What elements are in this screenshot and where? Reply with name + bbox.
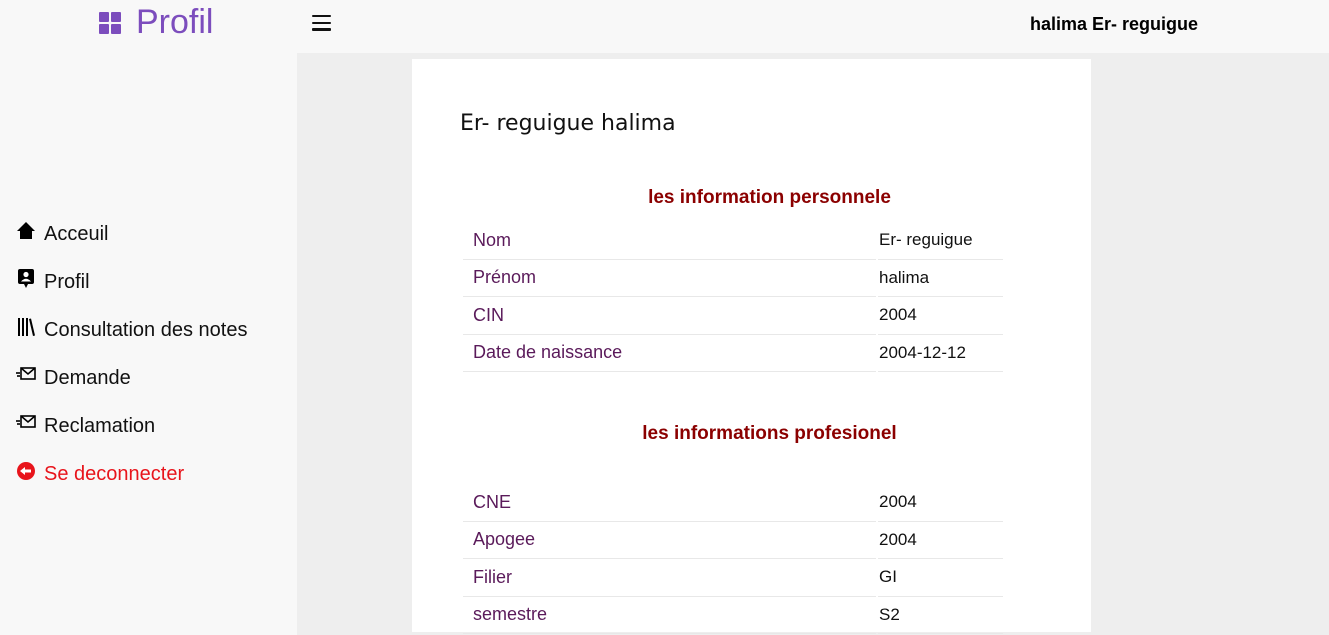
personal-info-table: Nom Er- reguigue Prénom halima CIN 2004 … <box>461 222 1005 372</box>
sidebar-item-label: Reclamation <box>44 414 156 437</box>
field-value: 2004 <box>878 522 1003 559</box>
field-value: 2004 <box>878 484 1003 522</box>
hamburger-icon[interactable] <box>312 15 331 31</box>
brand[interactable]: Profil <box>99 4 213 40</box>
sidebar-item-profil[interactable]: Profil <box>16 258 247 306</box>
table-row: CNE 2004 <box>463 484 1003 522</box>
table-row: semestre S2 <box>463 597 1003 634</box>
main-content: Er- reguigue halima les information pers… <box>297 53 1329 635</box>
sidebar-item-label: Profil <box>44 270 90 293</box>
table-row: CIN 2004 <box>463 297 1003 335</box>
personal-info-title: les information personnele <box>648 187 891 208</box>
field-label: semestre <box>463 597 876 634</box>
field-value: GI <box>878 559 1003 597</box>
field-value: S2 <box>878 597 1003 634</box>
professional-info-title: les informations profesionel <box>642 423 897 444</box>
top-bar: halima Er- reguigue <box>297 0 1329 53</box>
sidebar-item-consultation-notes[interactable]: Consultation des notes <box>16 306 247 354</box>
sidebar-item-label: Se deconnecter <box>44 462 185 485</box>
table-row: Prénom halima <box>463 260 1003 297</box>
profile-card: Er- reguigue halima les information pers… <box>412 59 1091 634</box>
profile-full-name: Er- reguigue halima <box>460 111 676 136</box>
field-value: 2004 <box>878 297 1003 335</box>
user-name[interactable]: halima Er- reguigue <box>1030 14 1198 35</box>
sidebar-item-acceuil[interactable]: Acceuil <box>16 210 247 258</box>
table-row: Apogee 2004 <box>463 522 1003 559</box>
field-label: Nom <box>463 222 876 260</box>
professional-info-table: CNE 2004 Apogee 2004 Filier GI semestre … <box>461 484 1005 634</box>
home-icon <box>16 221 36 241</box>
field-label: Filier <box>463 559 876 597</box>
field-value: halima <box>878 260 1003 297</box>
mail-send-icon <box>16 413 36 433</box>
table-row: Date de naissance 2004-12-12 <box>463 335 1003 372</box>
field-value: Er- reguigue <box>878 222 1003 260</box>
table-row: Nom Er- reguigue <box>463 222 1003 260</box>
sidebar: Profil Acceuil Profil Consultation des n… <box>0 0 297 635</box>
sidebar-item-demande[interactable]: Demande <box>16 354 247 402</box>
logout-icon <box>16 461 36 481</box>
field-label: Date de naissance <box>463 335 876 372</box>
sidebar-item-label: Acceuil <box>44 222 109 245</box>
sidebar-nav: Acceuil Profil Consultation des notes De… <box>16 210 247 498</box>
mail-send-icon <box>16 365 36 385</box>
field-label: CNE <box>463 484 876 522</box>
sidebar-item-logout[interactable]: Se deconnecter <box>16 450 247 498</box>
field-label: Apogee <box>463 522 876 559</box>
field-label: CIN <box>463 297 876 335</box>
field-label: Prénom <box>463 260 876 297</box>
profile-card-icon <box>16 269 36 289</box>
brand-title: Profil <box>136 3 214 41</box>
dashboard-icon <box>99 12 121 34</box>
sidebar-item-label: Consultation des notes <box>44 318 248 341</box>
library-icon <box>16 317 36 337</box>
sidebar-item-reclamation[interactable]: Reclamation <box>16 402 247 450</box>
table-row: Filier GI <box>463 559 1003 597</box>
field-value: 2004-12-12 <box>878 335 1003 372</box>
sidebar-item-label: Demande <box>44 366 131 389</box>
